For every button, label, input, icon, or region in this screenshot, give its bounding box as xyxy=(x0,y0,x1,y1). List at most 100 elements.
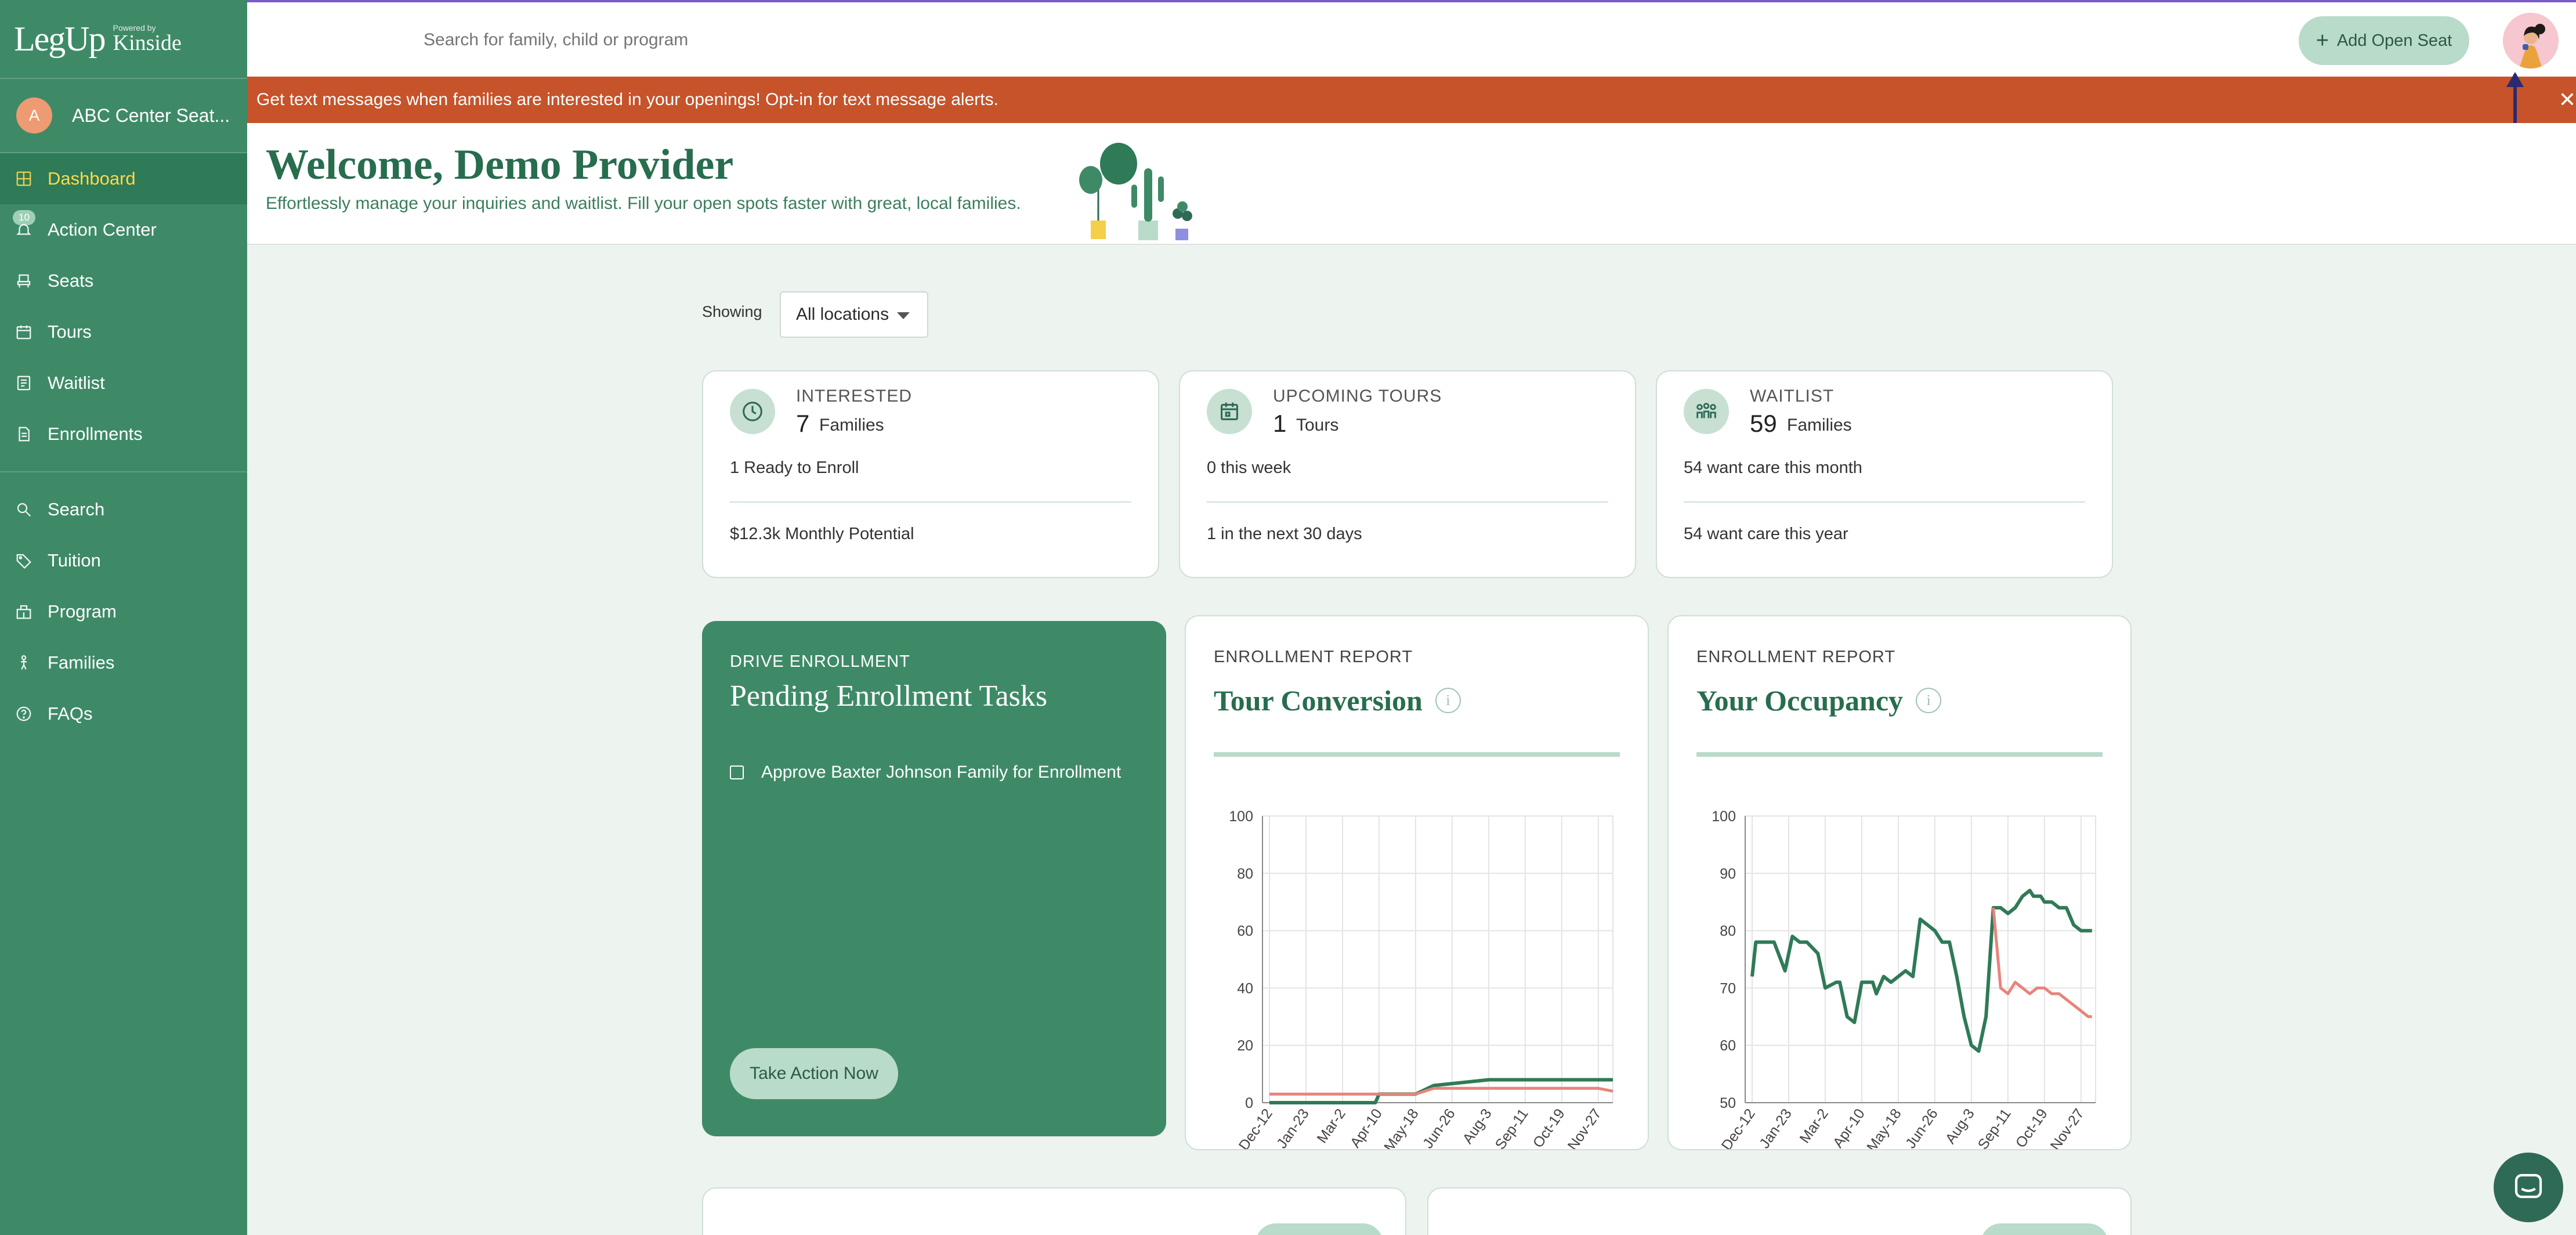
bottom-card-right xyxy=(1427,1187,2132,1235)
x-tick-label: Dec-12 xyxy=(1236,1106,1276,1149)
sidebar-item-families[interactable]: Families xyxy=(0,637,247,688)
search-icon xyxy=(15,501,32,518)
x-tick-label: Jun-26 xyxy=(1902,1106,1941,1149)
sidebar-item-tours[interactable]: Tours xyxy=(0,306,247,358)
sidebar-item-label: Program xyxy=(48,601,117,622)
stat-title: INTERESTED xyxy=(796,387,913,406)
x-tick-label: Apr-10 xyxy=(1347,1106,1385,1149)
sidebar-item-tuition[interactable]: Tuition xyxy=(0,535,247,586)
card-title: Your Occupancy i xyxy=(1696,684,1942,717)
sidebar-item-waitlist[interactable]: Waitlist xyxy=(0,358,247,409)
card-kicker: ENROLLMENT REPORT xyxy=(1214,648,1413,666)
location-select-value: All locations xyxy=(796,305,889,324)
bottom-card-button[interactable] xyxy=(1256,1223,1383,1235)
x-tick-label: Jun-26 xyxy=(1420,1106,1459,1149)
tag-icon xyxy=(15,552,32,569)
search-input[interactable] xyxy=(424,30,946,50)
brand-logo[interactable]: LegUp Powered by Kinside xyxy=(0,0,247,78)
x-tick-label: May-18 xyxy=(1381,1106,1422,1149)
x-tick-label: Dec-12 xyxy=(1718,1106,1759,1149)
showing-label: Showing xyxy=(702,303,762,320)
stat-unit: Families xyxy=(819,416,884,435)
stat-title: UPCOMING TOURS xyxy=(1273,387,1442,406)
sidebar-item-program[interactable]: Program xyxy=(0,586,247,637)
task-item[interactable]: Approve Baxter Johnson Family for Enroll… xyxy=(730,763,1121,782)
x-tick-label: Nov-27 xyxy=(2047,1106,2087,1149)
sidebar: LegUp Powered by Kinside A ABC Center Se… xyxy=(0,0,247,1235)
list-icon xyxy=(15,374,32,392)
y-tick-label: 60 xyxy=(1720,1038,1736,1054)
sidebar-item-label: Dashboard xyxy=(48,168,136,189)
tour-conversion-chart: 0 20 40 60 80 100 Dec-12Jan-23 Mar-2Apr-10May-1… xyxy=(1229,808,1613,1149)
dashboard-icon xyxy=(15,170,32,187)
stat-card-waitlist[interactable]: WAITLIST 59 Families 54 want care this m… xyxy=(1656,370,2113,578)
bottom-card-button[interactable] xyxy=(1981,1223,2108,1235)
card-accent-bar xyxy=(1696,752,2103,757)
sidebar-nav-secondary: Search Tuition Program Families FAQs xyxy=(0,484,247,739)
powered-by: Powered by Kinside xyxy=(113,24,182,54)
stat-number: 7 xyxy=(796,410,810,437)
stat-title: WAITLIST xyxy=(1750,387,1835,406)
user-avatar-illustration xyxy=(2503,13,2559,68)
card-accent-bar xyxy=(1214,752,1620,757)
welcome-header: Welcome, Demo Provider Effortlessly mana… xyxy=(247,123,2576,245)
sidebar-item-dashboard[interactable]: Dashboard xyxy=(0,153,247,204)
info-icon[interactable]: i xyxy=(1916,688,1942,713)
document-icon xyxy=(15,425,32,443)
x-tick-label: Nov-27 xyxy=(1565,1106,1605,1149)
legup-logo: LegUp xyxy=(14,19,106,58)
app-root: LegUp Powered by Kinside A ABC Center Se… xyxy=(0,0,2576,1235)
chat-launcher[interactable] xyxy=(2494,1153,2563,1222)
y-tick-label: 0 xyxy=(1245,1095,1253,1111)
card-kicker: ENROLLMENT REPORT xyxy=(1696,648,1896,666)
sidebar-item-search[interactable]: Search xyxy=(0,484,247,535)
task-checkbox[interactable] xyxy=(730,765,744,779)
y-tick-label: 90 xyxy=(1720,866,1736,882)
info-icon[interactable]: i xyxy=(1435,688,1461,713)
center-switcher[interactable]: A ABC Center Seat... xyxy=(0,78,247,153)
user-avatar[interactable] xyxy=(2503,13,2559,68)
y-tick-label: 80 xyxy=(1237,866,1253,882)
center-name: ABC Center Seat... xyxy=(72,104,230,126)
pending-tasks-card: DRIVE ENROLLMENT Pending Enrollment Task… xyxy=(702,621,1166,1136)
person-icon xyxy=(15,654,32,671)
close-icon[interactable]: ✕ xyxy=(2559,77,2576,123)
sidebar-item-label: Waitlist xyxy=(48,373,105,393)
x-tick-label: Aug-3 xyxy=(1942,1106,1978,1147)
chat-icon xyxy=(2515,1173,2542,1198)
sidebar-divider xyxy=(0,471,247,472)
x-tick-label: Jan-23 xyxy=(1273,1106,1312,1149)
x-tick-label: Sep-11 xyxy=(1492,1106,1532,1149)
occupancy-card: ENROLLMENT REPORT Your Occupancy i 50 60 7… xyxy=(1667,615,2132,1150)
stat-divider xyxy=(730,501,1131,503)
chart-title: Your Occupancy xyxy=(1696,684,1904,717)
stat-line-2: 54 want care this year xyxy=(1684,525,1848,543)
stat-card-interested[interactable]: INTERESTED 7 Families 1 Ready to Enroll … xyxy=(702,370,1159,578)
sidebar-item-faqs[interactable]: FAQs xyxy=(0,688,247,739)
add-open-seat-button[interactable]: + Add Open Seat xyxy=(2299,16,2469,65)
sidebar-item-label: Tuition xyxy=(48,550,101,570)
task-label: Approve Baxter Johnson Family for Enroll… xyxy=(761,763,1121,782)
take-action-button[interactable]: Take Action Now xyxy=(730,1048,898,1099)
clock-icon xyxy=(730,389,775,434)
seat-icon xyxy=(15,272,32,290)
stat-number: 59 xyxy=(1750,410,1777,437)
stat-line-1: 0 this week xyxy=(1207,458,1291,477)
stat-line-2: $12.3k Monthly Potential xyxy=(730,525,914,543)
sidebar-item-action-center[interactable]: 10 Action Center xyxy=(0,204,247,255)
stat-card-upcoming-tours[interactable]: UPCOMING TOURS 1 Tours 0 this week 1 in … xyxy=(1179,370,1636,578)
bell-icon xyxy=(15,221,32,239)
center-avatar: A xyxy=(16,98,52,133)
plus-icon: + xyxy=(2315,28,2329,53)
y-tick-label: 70 xyxy=(1720,980,1736,996)
sidebar-item-label: Action Center xyxy=(48,219,157,240)
sms-optin-banner[interactable]: Get text messages when families are inte… xyxy=(247,77,2576,123)
card-kicker: DRIVE ENROLLMENT xyxy=(730,652,910,671)
location-select[interactable]: All locations xyxy=(780,291,928,338)
sidebar-item-enrollments[interactable]: Enrollments xyxy=(0,409,247,460)
y-tick-label: 60 xyxy=(1237,923,1253,940)
stat-line-1: 54 want care this month xyxy=(1684,458,1862,477)
sidebar-item-seats[interactable]: Seats xyxy=(0,255,247,306)
y-tick-label: 50 xyxy=(1720,1095,1736,1111)
y-tick-label: 100 xyxy=(1712,808,1736,825)
